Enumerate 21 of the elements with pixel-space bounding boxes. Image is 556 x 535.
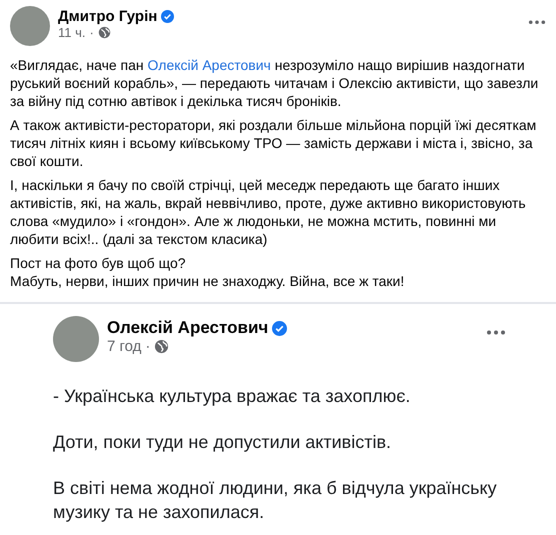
embedded-post-text: Доти, поки туди не допустили активістів. (53, 431, 392, 454)
separator-dot: · (90, 25, 94, 40)
embedded-post-text: - Українська культура вражає та захоплює. (53, 385, 412, 408)
author-name[interactable]: Олексій Арестович (107, 318, 268, 338)
profile-link[interactable]: Олексій Арестович (148, 57, 271, 73)
post-time[interactable]: 7 год (107, 338, 142, 355)
post-text: І, наскільки я бачу по своїй стрічці, цей меседж передають ще багато інших активістів, які, на жаль, вкрай неввічливо, проте, дуже активно використовують слова «мудило» і «гондон». Але ж людоньки, не можна мстить, повинні ми любити всіх!.. (далі за текстом класика) (10, 176, 527, 248)
author-name[interactable]: Дмитро Гурін (58, 8, 158, 25)
post-time[interactable]: 11 ч. (58, 25, 86, 40)
more-options-icon[interactable] (528, 20, 546, 24)
post-text: «Виглядає, наче пан Олексій Арестович незрозуміло нащо вирішив наздогнати руський воєний корабль», — передають читачам і Олексію активісти, що завезли за війну під сотню автівок і декілька тисяч броніків. (10, 56, 540, 110)
globe-icon (98, 26, 111, 39)
post-text: Пост на фото був щоб що? (10, 254, 187, 272)
embedded-post-text: В світі нема жодної людини, яка б відчула українську музику та не захопилася. (53, 477, 498, 524)
avatar-placeholder[interactable] (10, 6, 50, 46)
avatar-placeholder[interactable] (53, 316, 99, 362)
post-text: Мабуть, нерви, інших причин не знаходжу. Війна, все ж таки! (10, 272, 406, 290)
post-text: А також активісти-ресторатори, які роздали більше мільйона порцій їжі десяткам тисяч літніх киян і всьому київському ТРО — замість держави і міста і, звісно, за свої кошти. (10, 116, 538, 170)
more-options-icon[interactable] (486, 330, 506, 335)
globe-icon (154, 339, 170, 354)
separator-dot: · (145, 338, 150, 355)
